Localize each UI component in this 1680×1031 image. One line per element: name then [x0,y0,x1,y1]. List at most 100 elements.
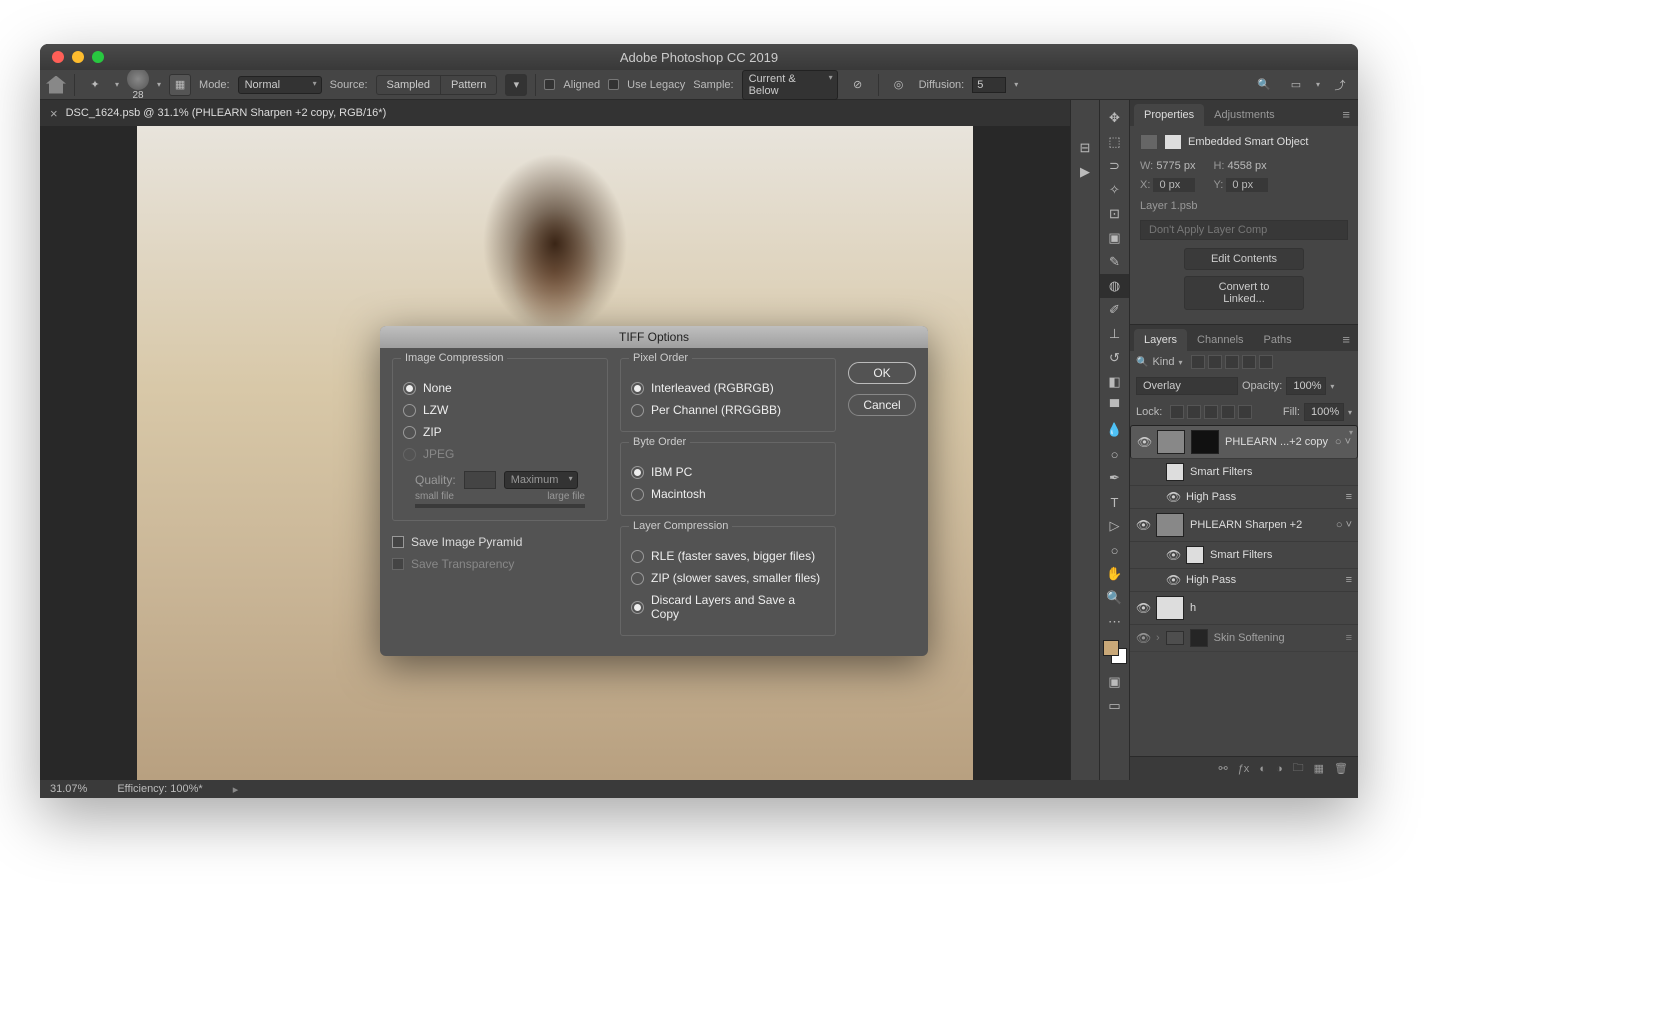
frame-tool-icon[interactable]: ▣ [1100,226,1129,250]
foreground-swatch[interactable] [1103,640,1119,656]
compression-lzw-radio[interactable]: LZW [403,399,597,421]
byte-ibm-radio[interactable]: IBM PC [631,461,825,483]
lock-all-icon[interactable] [1238,405,1252,419]
filter-shape-icon[interactable] [1242,355,1256,369]
move-tool-icon[interactable]: ✥ [1100,106,1129,130]
filter-row[interactable]: 👁 High Pass ≡ [1130,486,1358,509]
visibility-icon[interactable]: 👁 [1166,490,1180,504]
filter-row[interactable]: 👁 High Pass ≡ [1130,569,1358,592]
filter-mask-thumb[interactable] [1166,463,1184,481]
color-swatches[interactable] [1103,640,1127,664]
filter-mask-thumb[interactable] [1186,546,1204,564]
mode-select[interactable]: Normal [238,76,322,94]
convert-linked-button[interactable]: Convert to Linked... [1184,276,1304,310]
edit-contents-button[interactable]: Edit Contents [1184,248,1304,270]
visibility-icon[interactable]: 👁 [1166,548,1180,562]
quickmask-icon[interactable]: ▣ [1100,670,1129,694]
brush-panel-toggle[interactable]: ▦ [169,74,191,96]
history-brush-tool-icon[interactable]: ↺ [1100,346,1129,370]
legacy-checkbox[interactable] [608,79,619,90]
eraser-tool-icon[interactable]: ◧ [1100,370,1129,394]
opacity-field[interactable]: 100% [1286,377,1326,395]
compression-none-radio[interactable]: None [403,377,597,399]
aligned-checkbox[interactable] [544,79,555,90]
fill-field[interactable]: 100% [1304,403,1344,421]
layer-mask-thumb[interactable] [1191,430,1219,454]
layer-row[interactable]: 👁 PHLEARN Sharpen +2 ○ ˅ [1130,509,1358,542]
source-sampled-button[interactable]: Sampled [376,75,441,95]
visibility-icon[interactable]: 👁 [1136,631,1150,645]
filter-type-icon[interactable] [1225,355,1239,369]
byte-mac-radio[interactable]: Macintosh [631,483,825,505]
close-tab-icon[interactable]: × [50,106,58,121]
more-icon[interactable]: ⋯ [1100,610,1129,634]
panel-icon[interactable]: ▶ [1071,160,1099,184]
screenmode-icon[interactable]: ▭ [1100,694,1129,718]
dodge-tool-icon[interactable]: ○ [1100,442,1129,466]
tab-adjustments[interactable]: Adjustments [1204,104,1285,126]
gradient-tool-icon[interactable]: ▀ [1100,394,1129,418]
adjustment-layer-icon[interactable]: ◑ [1276,763,1283,775]
workspace-switcher-icon[interactable]: ▭ [1284,73,1308,97]
lock-position-icon[interactable] [1204,405,1218,419]
source-pattern-button[interactable]: Pattern [441,75,497,95]
brush-preview[interactable] [127,68,149,90]
home-icon[interactable] [46,76,66,94]
visibility-icon[interactable]: 👁 [1166,573,1180,587]
healing-brush-tool-icon[interactable]: ◍ [1100,274,1129,298]
ignore-adjustment-icon[interactable]: ⊘ [846,73,870,97]
layer-mask-icon[interactable]: ◐ [1259,763,1266,775]
marquee-tool-icon[interactable]: ⬚ [1100,130,1129,154]
panel-icon[interactable]: ⊟ [1071,136,1099,160]
link-layers-icon[interactable]: ⚯ [1218,762,1227,775]
ok-button[interactable]: OK [848,362,916,384]
crop-tool-icon[interactable]: ⊡ [1100,202,1129,226]
pattern-picker[interactable]: ▾ [505,74,527,96]
delete-layer-icon[interactable]: 🗑 [1334,762,1348,775]
tool-preset-picker[interactable]: ✦ [83,73,107,97]
layer-mask-thumb[interactable] [1190,629,1208,647]
filter-adjust-icon[interactable] [1208,355,1222,369]
panel-menu-icon[interactable]: ≡ [1334,103,1358,126]
layer-effects-icon[interactable]: ƒx [1238,763,1250,775]
eyedropper-tool-icon[interactable]: ✎ [1100,250,1129,274]
visibility-icon[interactable]: 👁 [1137,435,1151,449]
search-icon[interactable]: 🔍 [1252,73,1276,97]
tab-channels[interactable]: Channels [1187,329,1253,351]
layer-thumb[interactable] [1156,513,1184,537]
smart-filters-row[interactable]: 👁 Smart Filters [1130,542,1358,569]
hand-tool-icon[interactable]: ✋ [1100,562,1129,586]
zoom-value[interactable]: 31.07% [50,783,87,795]
pixel-interleaved-radio[interactable]: Interleaved (RGBRGB) [631,377,825,399]
layer-comp-select[interactable]: Don't Apply Layer Comp [1140,220,1348,240]
document-tab[interactable]: × DSC_1624.psb @ 31.1% (PHLEARN Sharpen … [40,100,396,126]
layer-thumb[interactable] [1157,430,1185,454]
blend-mode-select[interactable]: Overlay [1136,377,1238,395]
share-icon[interactable]: ⤴ [1328,73,1352,97]
pressure-size-icon[interactable]: ◎ [887,73,911,97]
x-field[interactable]: 0 px [1153,178,1195,192]
layercomp-discard-radio[interactable]: Discard Layers and Save a Copy [631,589,825,625]
zoom-tool-icon[interactable]: 🔍 [1100,586,1129,610]
lock-image-icon[interactable] [1187,405,1201,419]
filter-pixel-icon[interactable] [1191,355,1205,369]
layer-row[interactable]: 👁 h [1130,592,1358,625]
blur-tool-icon[interactable]: 💧 [1100,418,1129,442]
efficiency-value[interactable]: Efficiency: 100%* [117,783,202,795]
new-group-icon[interactable]: 🗀 [1293,759,1304,778]
layercomp-zip-radio[interactable]: ZIP (slower saves, smaller files) [631,567,825,589]
layer-row[interactable]: 👁 PHLEARN ...+2 copy ○ ˅ [1130,425,1358,459]
lasso-tool-icon[interactable]: ⊃ [1100,154,1129,178]
brush-tool-icon[interactable]: ✐ [1100,298,1129,322]
shape-tool-icon[interactable]: ○ [1100,538,1129,562]
layercomp-rle-radio[interactable]: RLE (faster saves, bigger files) [631,545,825,567]
save-image-pyramid-checkbox[interactable]: Save Image Pyramid [392,531,608,553]
tab-properties[interactable]: Properties [1134,104,1204,126]
compression-zip-radio[interactable]: ZIP [403,421,597,443]
cancel-button[interactable]: Cancel [848,394,916,416]
sample-select[interactable]: Current & Below [742,70,838,100]
visibility-icon[interactable]: 👁 [1136,601,1150,615]
lock-transparency-icon[interactable] [1170,405,1184,419]
path-select-tool-icon[interactable]: ▷ [1100,514,1129,538]
diffusion-field[interactable]: 5 [972,77,1006,93]
